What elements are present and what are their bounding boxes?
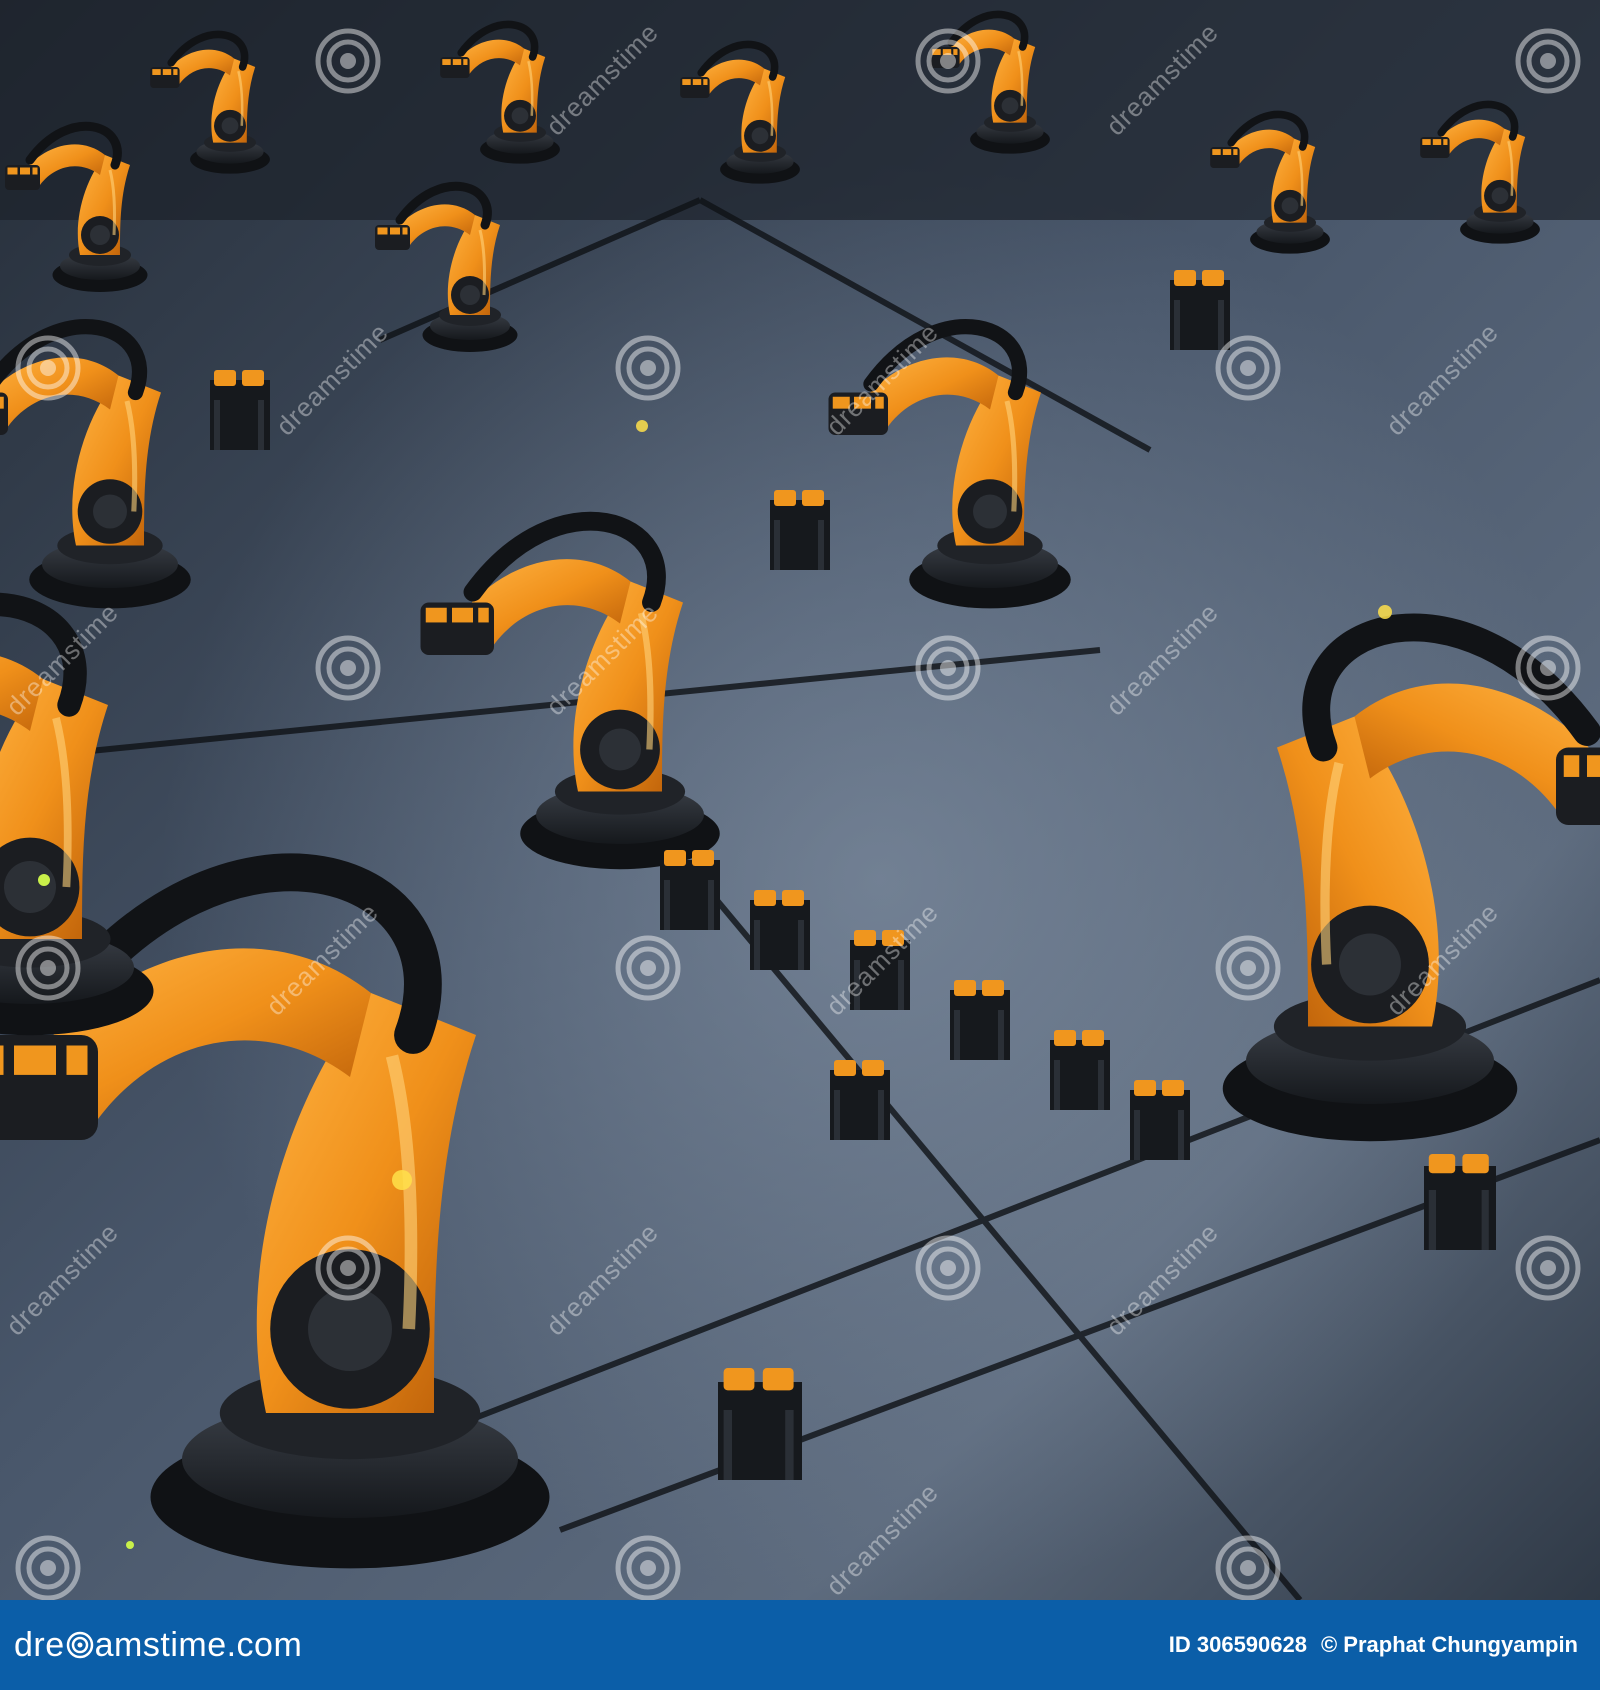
brand-text-middle: amstime — [94, 1625, 227, 1664]
image-id: ID 306590628 — [1168, 1632, 1307, 1657]
stock-photo-page: dreamstime dreamstime dreamstime dreamst… — [0, 0, 1600, 1690]
robotic-arms-photo — [0, 0, 1600, 1600]
photographer-credit: © Praphat Chungyampin — [1320, 1632, 1578, 1657]
footer-credit: ID 306590628 © Praphat Chungyampin — [1169, 1632, 1578, 1658]
spiral-logo-icon — [66, 1631, 93, 1659]
brand-text-suffix: .com — [226, 1625, 303, 1664]
brand-text-prefix: dre — [14, 1625, 65, 1664]
footer-bar: dre amstime .com ID 306590628 © Praphat … — [0, 1600, 1600, 1690]
footer-brand-link[interactable]: dre amstime .com — [14, 1626, 302, 1665]
